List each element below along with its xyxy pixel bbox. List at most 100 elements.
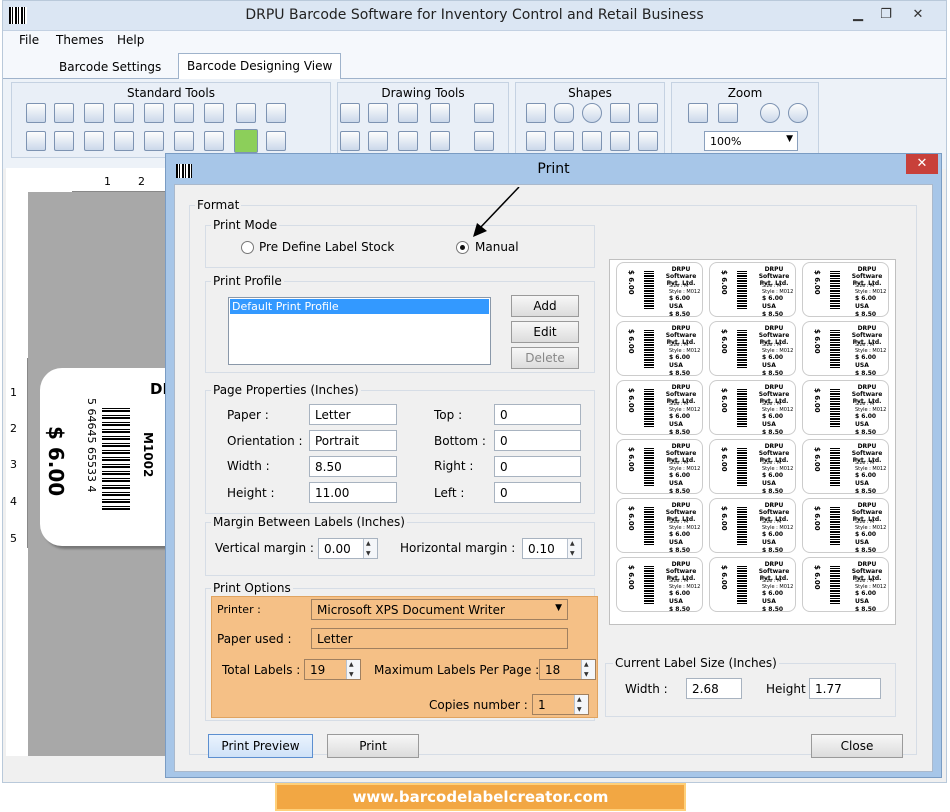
spinner-arrows[interactable] [574, 695, 588, 714]
current-height-field[interactable]: 1.77 [809, 678, 881, 699]
cut-icon[interactable] [204, 131, 224, 151]
copy-icon[interactable] [144, 103, 164, 123]
current-size-legend: Current Label Size (Inches) [613, 656, 779, 670]
add-button[interactable]: Add [511, 295, 579, 317]
total-labels-spinner[interactable]: 19 [304, 659, 361, 680]
triangle-icon[interactable] [610, 103, 630, 123]
preview-label: $ 6.00 DRPU Software Pvt. Ltd. Size : M Sty… [802, 321, 889, 376]
preview-prices: $ 6.00 USA$ 8.50 CAN [855, 590, 888, 611]
line-draw-icon[interactable] [368, 103, 388, 123]
delete-button[interactable]: Delete [511, 347, 579, 369]
profile-list-item[interactable]: Default Print Profile [230, 299, 489, 314]
profile-list[interactable]: Default Print Profile [228, 297, 491, 365]
print-icon[interactable] [234, 129, 258, 153]
select-icon[interactable] [430, 131, 450, 151]
send-back-icon[interactable] [54, 131, 74, 151]
top-field[interactable]: 0 [494, 404, 581, 425]
bottom-field[interactable]: 0 [494, 430, 581, 451]
burst-icon[interactable] [582, 131, 602, 151]
vertical-margin-spinner[interactable]: 0.00 [318, 538, 378, 559]
open-icon[interactable] [54, 103, 74, 123]
current-width-field[interactable]: 2.68 [686, 678, 742, 699]
barcode-icon[interactable] [430, 103, 450, 123]
library-icon[interactable] [368, 131, 388, 151]
zoom-fit-icon[interactable] [718, 103, 738, 123]
zoom-out-icon[interactable] [788, 103, 808, 123]
new-icon[interactable] [26, 103, 46, 123]
printer-select[interactable]: Microsoft XPS Document Writer ▼ [311, 599, 568, 620]
preview-label: $ 6.00 DRPU Software Pvt. Ltd. Size : M Sty… [709, 262, 796, 317]
preview-price-usa: $ 6.00 USA [855, 354, 877, 369]
diamond-icon[interactable] [638, 103, 658, 123]
ellipse-icon[interactable] [582, 103, 602, 123]
horizontal-margin-spinner[interactable]: 0.10 [522, 538, 582, 559]
bring-front-icon[interactable] [26, 131, 46, 151]
menu-themes[interactable]: Themes [56, 33, 104, 47]
max-labels-spinner[interactable]: 18 [539, 659, 596, 680]
print-preview-button[interactable]: Print Preview [208, 734, 313, 758]
preview-price-side: $ 6.00 [813, 565, 821, 590]
preview-label: $ 6.00 DRPU Software Pvt. Ltd. Size : M Sty… [616, 498, 703, 553]
text-icon[interactable] [340, 103, 360, 123]
grid-icon[interactable] [144, 131, 164, 151]
preview-price-can: $ 8.50 CAN [855, 370, 877, 376]
save-icon[interactable] [84, 103, 104, 123]
fill-icon[interactable] [474, 131, 494, 151]
unlock-icon[interactable] [114, 131, 134, 151]
export-icon[interactable] [266, 131, 286, 151]
image-icon[interactable] [474, 103, 494, 123]
copies-spinner[interactable]: 1 [532, 694, 589, 715]
close-icon[interactable]: ✕ [900, 5, 936, 25]
width-field[interactable]: 8.50 [309, 456, 397, 477]
lock-icon[interactable] [84, 131, 104, 151]
restore-icon[interactable]: ❐ [874, 5, 898, 25]
preview-prices: $ 6.00 USA$ 8.50 CAN [855, 354, 888, 376]
spinner-arrows[interactable] [567, 539, 581, 558]
menu-bar: File Themes Help [3, 31, 946, 51]
zoom-in-icon[interactable] [760, 103, 780, 123]
close-button[interactable]: Close [811, 734, 903, 758]
paper-used-label: Paper used : [217, 632, 292, 646]
arc-icon[interactable] [638, 131, 658, 151]
paste-icon[interactable] [174, 103, 194, 123]
website-footer[interactable]: www.barcodelabelcreator.com [275, 783, 686, 811]
barcode-label[interactable]: $ 6.00 5 64645 65533 4 M1002 DF [40, 368, 173, 546]
right-field[interactable]: 0 [494, 456, 581, 477]
close-doc-icon[interactable] [204, 103, 224, 123]
orientation-field[interactable]: Portrait [309, 430, 397, 451]
zoom-select[interactable]: 100% ▼ [704, 131, 798, 151]
radio-manual[interactable] [456, 241, 469, 254]
preview-label: $ 6.00 DRPU Software Pvt. Ltd. Size : M Sty… [802, 439, 889, 494]
undo-icon[interactable] [236, 103, 256, 123]
height-field[interactable]: 11.00 [309, 482, 397, 503]
paper-used-field[interactable]: Letter [311, 628, 568, 649]
left-field[interactable]: 0 [494, 482, 581, 503]
rectangle-icon[interactable] [526, 103, 546, 123]
save-as-icon[interactable] [114, 103, 134, 123]
menu-file[interactable]: File [19, 33, 39, 47]
watermark-icon[interactable] [340, 131, 360, 151]
preview-size-style: Size : M Style : M012 [762, 460, 793, 472]
print-button[interactable]: Print [327, 734, 419, 758]
close-icon[interactable]: ✕ [906, 154, 938, 174]
tab-barcode-designing-view[interactable]: Barcode Designing View [178, 53, 342, 80]
preview-size-style: Size : M Style : M012 [669, 519, 700, 531]
signature-icon[interactable] [398, 131, 418, 151]
spinner-arrows[interactable] [581, 660, 595, 679]
redo-icon[interactable] [266, 103, 286, 123]
menu-help[interactable]: Help [117, 33, 144, 47]
minimize-icon[interactable]: ▁ [846, 5, 870, 25]
zoom-actual-icon[interactable] [688, 103, 708, 123]
four-star-icon[interactable] [610, 131, 630, 151]
paper-field[interactable]: Letter [309, 404, 397, 425]
radio-predefine[interactable] [241, 241, 254, 254]
spinner-arrows[interactable] [346, 660, 360, 679]
spinner-arrows[interactable] [363, 539, 377, 558]
picture-icon[interactable] [398, 103, 418, 123]
line-icon[interactable] [554, 131, 574, 151]
star-icon[interactable] [526, 131, 546, 151]
database-icon[interactable] [174, 131, 194, 151]
rounded-rect-icon[interactable] [554, 103, 574, 123]
tab-barcode-settings[interactable]: Barcode Settings [51, 55, 169, 79]
edit-button[interactable]: Edit [511, 321, 579, 343]
